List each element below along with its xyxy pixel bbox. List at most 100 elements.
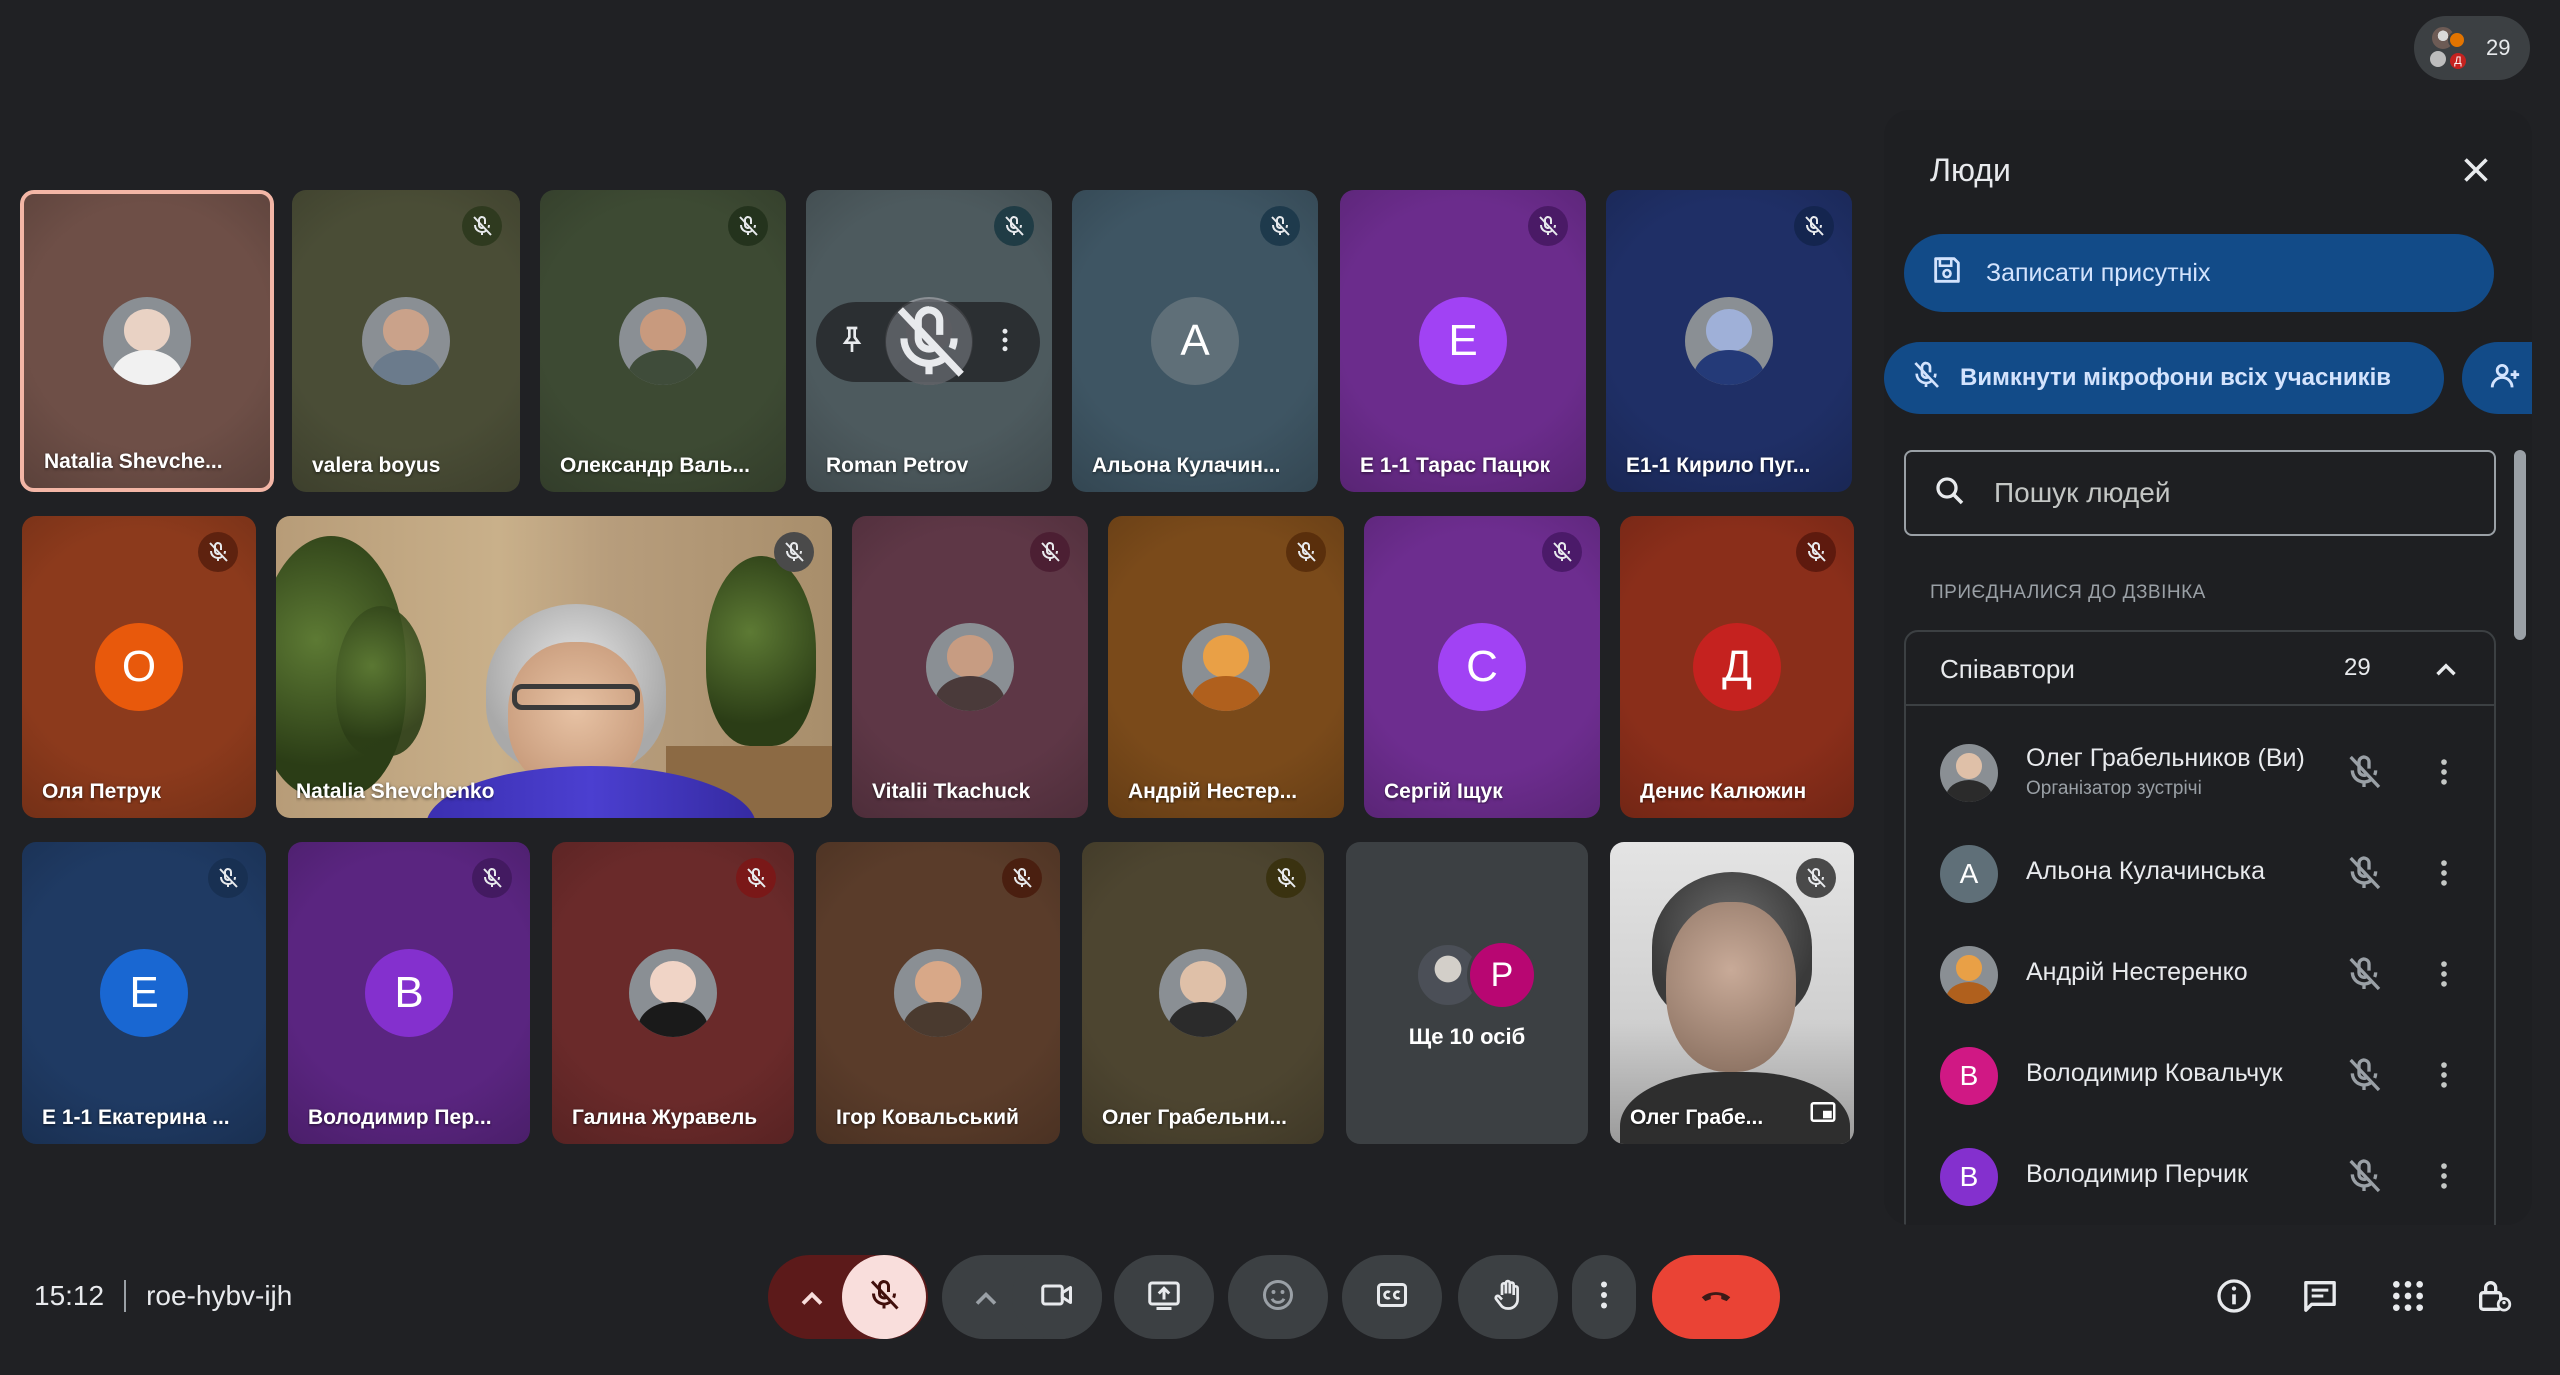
participant-tile[interactable]: Ігор Ковальський: [816, 842, 1060, 1144]
person-name: Володимир Ковальчук: [2026, 1059, 2283, 1087]
participant-tile[interactable]: Natalia Shevche...: [20, 190, 274, 492]
record-attendance-button[interactable]: Записати присутніх: [1904, 234, 2494, 312]
meeting-code: roe-hybv-ijh: [146, 1280, 293, 1311]
participant-name: Е1-1 Кирило Пуг...: [1626, 454, 1811, 477]
pin-icon[interactable]: [836, 324, 868, 361]
participant-name: Natalia Shevche...: [44, 450, 223, 473]
activities-button[interactable]: [2378, 1268, 2438, 1328]
participants-count-button[interactable]: Д 29: [2414, 16, 2530, 80]
camera-toggle-button[interactable]: [1012, 1255, 1102, 1339]
mic-off-icon[interactable]: [2344, 1055, 2384, 1095]
participant-tile[interactable]: В Володимир Пер...: [288, 842, 530, 1144]
participant-tile[interactable]: Е Е 1-1 Тарас Пацюк: [1340, 190, 1586, 492]
chevron-up-icon[interactable]: [2426, 650, 2466, 690]
participant-tile[interactable]: Андрій Нестер...: [1108, 516, 1344, 818]
mic-off-icon: [994, 206, 1034, 246]
person-name: Андрій Нестеренко: [2026, 958, 2248, 986]
chevron-up-icon[interactable]: [794, 1281, 830, 1322]
person-name: Альона Кулачинська: [2026, 857, 2266, 885]
participant-tile[interactable]: Vitalii Tkachuck: [852, 516, 1088, 818]
more-participants-label: Ще 10 осіб: [1408, 1024, 1526, 1049]
mic-off-icon[interactable]: [2344, 752, 2384, 792]
list-item[interactable]: В Володимир Ковальчук: [1906, 1025, 2494, 1121]
participant-tile[interactable]: Олег Грабельни...: [1082, 842, 1324, 1144]
mic-off-icon: [1796, 532, 1836, 572]
list-item[interactable]: Олег Грабельников (Ви) Організатор зустрі…: [1906, 722, 2494, 818]
captions-button[interactable]: [1342, 1255, 1442, 1339]
participant-tile[interactable]: Галина Журавель: [552, 842, 794, 1144]
participants-avatars: Д: [2426, 25, 2472, 71]
more-vert-icon[interactable]: [990, 325, 1020, 360]
more-vert-icon[interactable]: [2424, 1156, 2464, 1196]
participant-name: Володимир Пер...: [308, 1106, 492, 1129]
participant-name: Сергій Іщук: [1384, 780, 1503, 803]
participant-avatar: В: [365, 949, 453, 1037]
contributors-group-header[interactable]: Співавтори 29: [1906, 632, 2494, 706]
host-controls-button[interactable]: [2464, 1268, 2524, 1328]
raise-hand-button[interactable]: [1458, 1255, 1558, 1339]
microphone-toggle-button[interactable]: [842, 1255, 926, 1339]
participant-tile[interactable]: Natalia Shevchenko: [276, 516, 832, 818]
more-vert-icon[interactable]: [2424, 752, 2464, 792]
picture-in-picture-icon[interactable]: [1808, 1097, 1838, 1132]
participant-tile[interactable]: Олександр Валь...: [540, 190, 786, 492]
mic-off-icon[interactable]: [2344, 954, 2384, 994]
mic-off-icon: [1260, 206, 1300, 246]
mute-all-label: Вимкнути мікрофони всіх учасників: [1960, 364, 2392, 391]
participant-tile[interactable]: О Оля Петрук: [22, 516, 256, 818]
mic-off-icon: [866, 1277, 902, 1318]
participant-tile[interactable]: Р Ще 10 осіб: [1346, 842, 1588, 1144]
meeting-details-button[interactable]: [2204, 1268, 2264, 1328]
present-screen-button[interactable]: [1114, 1255, 1214, 1339]
participant-name: Vitalii Tkachuck: [872, 780, 1031, 803]
list-item[interactable]: В Володимир Перчик: [1906, 1126, 2494, 1222]
participant-avatar: Е: [100, 949, 188, 1037]
participant-name: Natalia Shevchenko: [296, 780, 495, 803]
participant-tile[interactable]: Е Е 1-1 Екатерина ...: [22, 842, 266, 1144]
mute-participant-button[interactable]: [886, 299, 972, 385]
participant-tile[interactable]: Е1-1 Кирило Пуг...: [1606, 190, 1852, 492]
mic-off-icon: [198, 532, 238, 572]
mic-off-icon: [728, 206, 768, 246]
participant-avatar: Д: [1693, 623, 1781, 711]
chat-button[interactable]: [2290, 1268, 2350, 1328]
end-call-button[interactable]: [1652, 1255, 1780, 1339]
list-item[interactable]: Андрій Нестеренко: [1906, 924, 2494, 1020]
participant-tile[interactable]: valera boyus: [292, 190, 520, 492]
participant-avatar: С: [1438, 623, 1526, 711]
panel-scrollbar[interactable]: [2514, 450, 2526, 640]
mic-off-icon: [208, 858, 248, 898]
more-vert-icon[interactable]: [2424, 954, 2464, 994]
participant-name: Олег Грабельни...: [1102, 1106, 1287, 1129]
avatar: В: [1940, 1148, 1998, 1206]
participant-tile[interactable]: Олег Грабе...: [1610, 842, 1854, 1144]
people-search-input[interactable]: [1994, 477, 2474, 509]
video-feed: [276, 516, 832, 818]
add-people-button[interactable]: [2462, 342, 2532, 414]
more-vert-icon[interactable]: [2424, 853, 2464, 893]
mic-off-icon: [1542, 532, 1582, 572]
mic-off-icon: [1796, 858, 1836, 898]
mute-all-button[interactable]: Вимкнути мікрофони всіх учасників: [1884, 342, 2444, 414]
participant-tile[interactable]: Roman Petrov: [806, 190, 1052, 492]
mic-off-icon[interactable]: [2344, 1156, 2384, 1196]
participant-avatar: Е: [1419, 297, 1507, 385]
list-item[interactable]: А Альона Кулачинська: [1906, 823, 2494, 919]
reactions-button[interactable]: [1228, 1255, 1328, 1339]
close-panel-button[interactable]: [2448, 144, 2504, 200]
mic-off-icon: [1910, 359, 1942, 398]
chevron-up-icon[interactable]: [968, 1281, 1004, 1322]
participant-tile[interactable]: С Сергій Іщук: [1364, 516, 1600, 818]
participant-avatar: [1159, 949, 1247, 1037]
more-options-button[interactable]: [1572, 1255, 1636, 1339]
participant-name: Е 1-1 Екатерина ...: [42, 1106, 230, 1129]
participant-tile[interactable]: А Альона Кулачин...: [1072, 190, 1318, 492]
more-vert-icon[interactable]: [2424, 1055, 2464, 1095]
participant-avatar: [103, 297, 191, 385]
mic-off-icon[interactable]: [2344, 853, 2384, 893]
present-to-all-icon: [1146, 1277, 1182, 1318]
close-icon: [2458, 152, 2494, 193]
participant-tile[interactable]: Д Денис Калюжин: [1620, 516, 1854, 818]
clock: 15:12: [34, 1280, 105, 1311]
mic-off-icon: [1528, 206, 1568, 246]
